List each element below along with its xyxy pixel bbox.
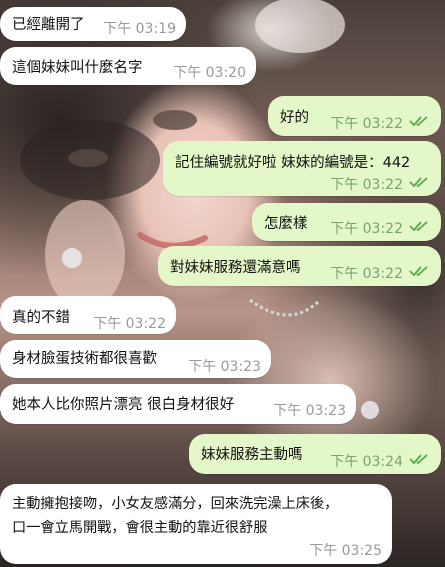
message-time: 下午 03:22 — [330, 221, 403, 237]
message-bubble-outgoing[interactable]: 對妹妹服務還滿意嗎 下午 03:22 — [158, 246, 441, 286]
message-text: 好的 — [280, 110, 309, 126]
message-text-line: 口一會立馬開戰，會很主動的靠近很舒服 — [12, 520, 268, 536]
message-bubble-incoming[interactable]: 已經離開了 下午 03:19 — [0, 7, 186, 41]
message-bubble-outgoing[interactable]: 好的 下午 03:22 — [268, 96, 441, 136]
message-time: 下午 03:23 — [273, 403, 346, 419]
message-time: 下午 03:22 — [330, 266, 403, 282]
double-check-icon — [409, 116, 428, 127]
message-time: 下午 03:20 — [173, 65, 246, 81]
double-check-icon — [409, 177, 428, 188]
message-text: 身材臉蛋技術都很喜歡 — [12, 351, 157, 367]
message-time: 下午 03:22 — [93, 316, 166, 332]
message-bubble-outgoing[interactable]: 記住編號就好啦 妹妹的編號是：442 下午 03:22 — [163, 141, 441, 196]
message-time: 下午 03:23 — [188, 359, 261, 375]
message-bubble-incoming[interactable]: 她本人比你照片漂亮 很白身材很好 下午 03:23 — [0, 384, 356, 424]
message-time: 下午 03:19 — [103, 21, 176, 37]
message-bubble-incoming[interactable]: 主動擁抱接吻，小女友感滿分，回來洗完澡上床後， 口一會立馬開戰，會很主動的靠近很… — [0, 484, 392, 564]
message-text: 妹妹服務主動嗎 — [201, 447, 303, 463]
double-check-icon — [409, 221, 428, 232]
message-text: 她本人比你照片漂亮 很白身材很好 — [12, 397, 235, 413]
message-text: 這個妹妹叫什麼名字 — [12, 60, 143, 76]
message-text: 怎麼樣 — [264, 216, 308, 232]
message-bubble-incoming[interactable]: 這個妹妹叫什麼名字 下午 03:20 — [0, 47, 256, 85]
message-time: 下午 03:24 — [330, 454, 403, 470]
double-check-icon — [409, 266, 428, 277]
message-text: 對妹妹服務還滿意嗎 — [170, 260, 301, 276]
message-bubble-incoming[interactable]: 真的不錯 下午 03:22 — [0, 296, 176, 334]
message-text: 已經離開了 — [12, 17, 85, 33]
message-time: 下午 03:25 — [309, 543, 382, 559]
message-bubble-outgoing[interactable]: 怎麼樣 下午 03:22 — [252, 203, 441, 241]
message-bubble-outgoing[interactable]: 妹妹服務主動嗎 下午 03:24 — [189, 434, 441, 474]
message-time: 下午 03:22 — [330, 177, 403, 193]
message-text: 記住編號就好啦 妹妹的編號是：442 — [175, 155, 411, 171]
message-bubble-incoming[interactable]: 身材臉蛋技術都很喜歡 下午 03:23 — [0, 340, 271, 378]
double-check-icon — [409, 454, 428, 465]
message-text-line: 主動擁抱接吻，小女友感滿分，回來洗完澡上床後， — [12, 496, 339, 512]
message-time: 下午 03:22 — [330, 116, 403, 132]
message-text: 真的不錯 — [12, 310, 70, 326]
